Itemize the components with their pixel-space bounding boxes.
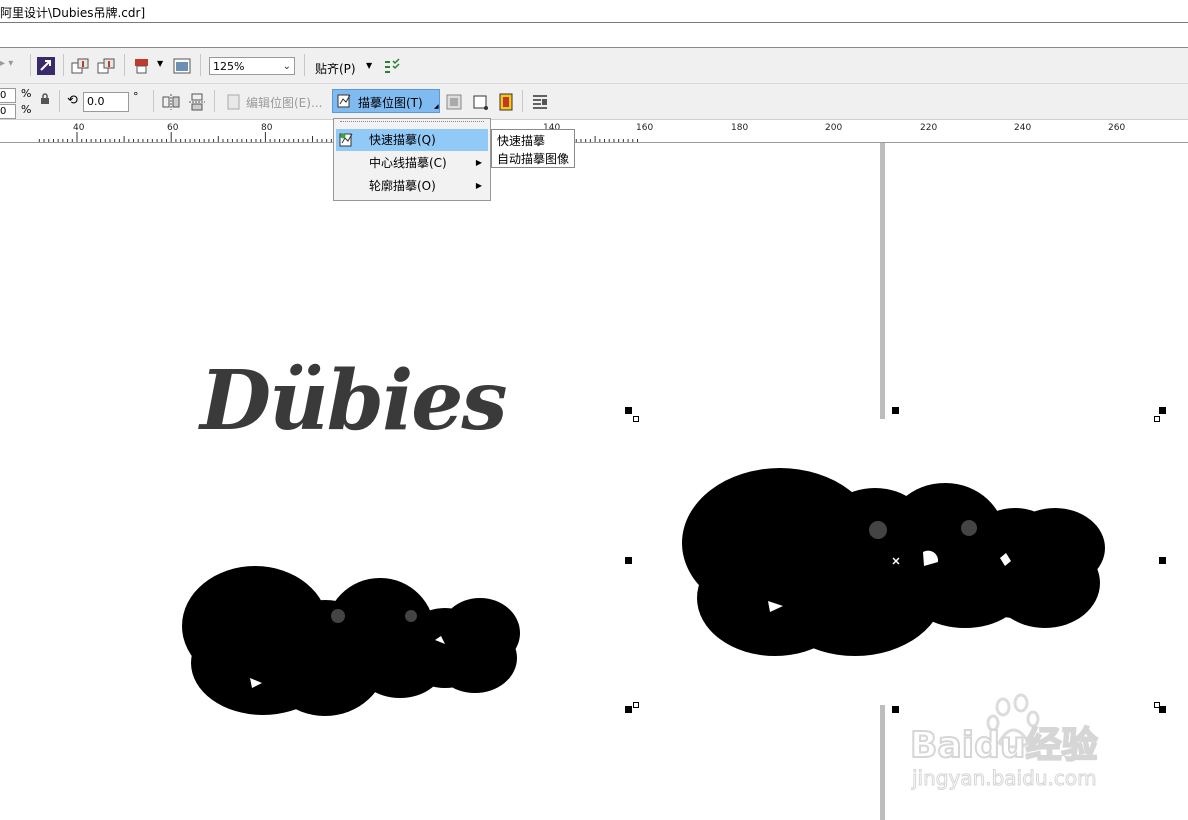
traced-bitmap-left[interactable]: [175, 558, 530, 723]
menu-item-quick-trace[interactable]: 快速描摹(Q): [336, 129, 488, 151]
selection-handle[interactable]: [1159, 557, 1166, 564]
horizontal-ruler[interactable]: 40 60 80 140 160 180 200 220 240 260: [0, 120, 1188, 143]
zoom-level-value: 125%: [213, 60, 245, 73]
ruler-label: 180: [731, 123, 749, 133]
toolbar-separator: [59, 90, 60, 112]
rotation-angle-value: 0.0: [87, 95, 105, 108]
import-icon[interactable]: [70, 56, 90, 76]
x-scale-value: 0: [0, 90, 7, 101]
x-percent-unit: %: [21, 87, 32, 100]
selection-handle[interactable]: [892, 706, 899, 713]
toolbar-separator: [522, 90, 523, 112]
redo-icon[interactable]: ▸ ▾: [0, 58, 13, 69]
trace-bitmap-menu: 快速描摹(Q) 中心线描摹(C) ▶ 轮廓描摹(O) ▶: [333, 118, 491, 201]
toolbar-separator: [200, 54, 201, 76]
baidu-watermark: Baidu经验 jingyan.baidu.com: [909, 688, 1180, 798]
title-bar: 阿里设计\Dubies吊牌.cdr]: [0, 0, 1188, 23]
lock-ratio-icon[interactable]: [38, 92, 52, 106]
launch-icon[interactable]: [36, 56, 56, 76]
ruler-label: 80: [261, 123, 273, 133]
toolbar-separator: [63, 54, 64, 76]
tooltip-description: 自动描摹图像: [497, 152, 570, 166]
publish-pdf-icon[interactable]: [132, 56, 152, 76]
trace-bitmap-label: 描摹位图(T): [358, 96, 423, 110]
toolbar-separator: [30, 54, 31, 76]
mirror-vertical-icon[interactable]: [187, 92, 207, 112]
toolbar-separator: [153, 90, 154, 112]
menu-bar: [0, 23, 1188, 48]
standard-toolbar: ▸ ▾ ▼ 125% ⌄ 贴齐(P) ▼: [0, 48, 1188, 84]
trace-bitmap-button[interactable]: 描摹位图(T) ◢: [332, 89, 440, 113]
edit-bitmap-icon[interactable]: [224, 92, 244, 112]
submenu-arrow-icon: ▶: [475, 158, 482, 167]
watermark-brand: Baidu经验: [909, 724, 1098, 767]
toolbar-separator: [214, 90, 215, 112]
ruler-label: 60: [167, 123, 179, 133]
selection-corner-marker: [633, 702, 639, 708]
rotation-angle-field[interactable]: 0.0: [83, 92, 129, 112]
dubies-logo[interactable]: Dübies: [200, 336, 510, 466]
ruler-label: 40: [73, 123, 85, 133]
chevron-down-icon[interactable]: ▼: [366, 61, 372, 70]
selection-handle[interactable]: [1159, 407, 1166, 414]
toolbar-separator: [124, 54, 125, 76]
ruler-label: 200: [825, 123, 843, 133]
submenu-arrow-icon: ▶: [475, 181, 482, 190]
wrap-text-icon[interactable]: [530, 92, 550, 112]
chevron-down-icon: ◢: [434, 103, 439, 110]
chevron-down-icon: ⌄: [282, 61, 291, 72]
menu-tear-off[interactable]: [340, 121, 484, 122]
chevron-down-icon[interactable]: ▼: [157, 59, 163, 68]
selection-handle[interactable]: [625, 407, 632, 414]
quick-trace-icon: [339, 133, 353, 147]
ruler-label: 160: [636, 123, 654, 133]
export-icon[interactable]: [96, 56, 116, 76]
y-scale-field[interactable]: 0: [0, 104, 16, 119]
selection-handle[interactable]: [625, 557, 632, 564]
menu-item-centerline-trace[interactable]: 中心线描摹(C) ▶: [336, 152, 488, 174]
zoom-level-select[interactable]: 125% ⌄: [209, 57, 295, 75]
mirror-horizontal-icon[interactable]: [161, 92, 181, 112]
tooltip: 快速描摹 自动描摹图像: [491, 129, 575, 168]
menu-item-label: 快速描摹(Q): [369, 133, 436, 147]
menu-item-outline-trace[interactable]: 轮廓描摹(O) ▶: [336, 175, 488, 197]
options-icon[interactable]: [382, 57, 402, 77]
menu-item-label: 中心线描摹(C): [369, 156, 447, 170]
drawing-canvas[interactable]: Dübies Baidu经验 jingyan.baidu.com: [0, 143, 1188, 820]
page-border: [880, 143, 885, 419]
selection-corner-marker: [633, 416, 639, 422]
watermark-url: jingyan.baidu.com: [912, 766, 1098, 791]
trace-bitmap-icon: [337, 94, 351, 108]
ruler-label: 240: [1014, 123, 1032, 133]
crop-bitmap-icon[interactable]: [470, 92, 490, 112]
degree-unit: °: [133, 90, 139, 103]
page-border: [880, 705, 885, 820]
full-screen-preview-icon[interactable]: [172, 56, 192, 76]
ruler-label: 220: [920, 123, 938, 133]
menu-item-label: 轮廓描摹(O): [369, 179, 436, 193]
rotate-icon: ⟲: [67, 93, 78, 108]
x-scale-field[interactable]: 0: [0, 88, 16, 103]
y-percent-unit: %: [21, 103, 32, 116]
selection-handle[interactable]: [625, 706, 632, 713]
window-title: 阿里设计\Dubies吊牌.cdr]: [0, 6, 146, 20]
y-scale-value: 0: [0, 106, 7, 117]
selection-handle[interactable]: [892, 407, 899, 414]
traced-bitmap-right[interactable]: [675, 458, 1120, 668]
toolbar-separator: [304, 54, 305, 76]
property-bar: 0 0 % % ⟲ 0.0 ° 编辑位图(E)... 描摹位图(T) ◢: [0, 84, 1188, 120]
resample-icon[interactable]: [444, 92, 464, 112]
selection-corner-marker: [1154, 416, 1160, 422]
bitmap-color-mask-icon[interactable]: [496, 92, 516, 112]
tooltip-title: 快速描摹: [497, 134, 546, 148]
edit-bitmap-button[interactable]: 编辑位图(E)...: [246, 94, 322, 111]
snap-to-button[interactable]: 贴齐(P): [315, 60, 356, 77]
ruler-label: 260: [1108, 123, 1126, 133]
